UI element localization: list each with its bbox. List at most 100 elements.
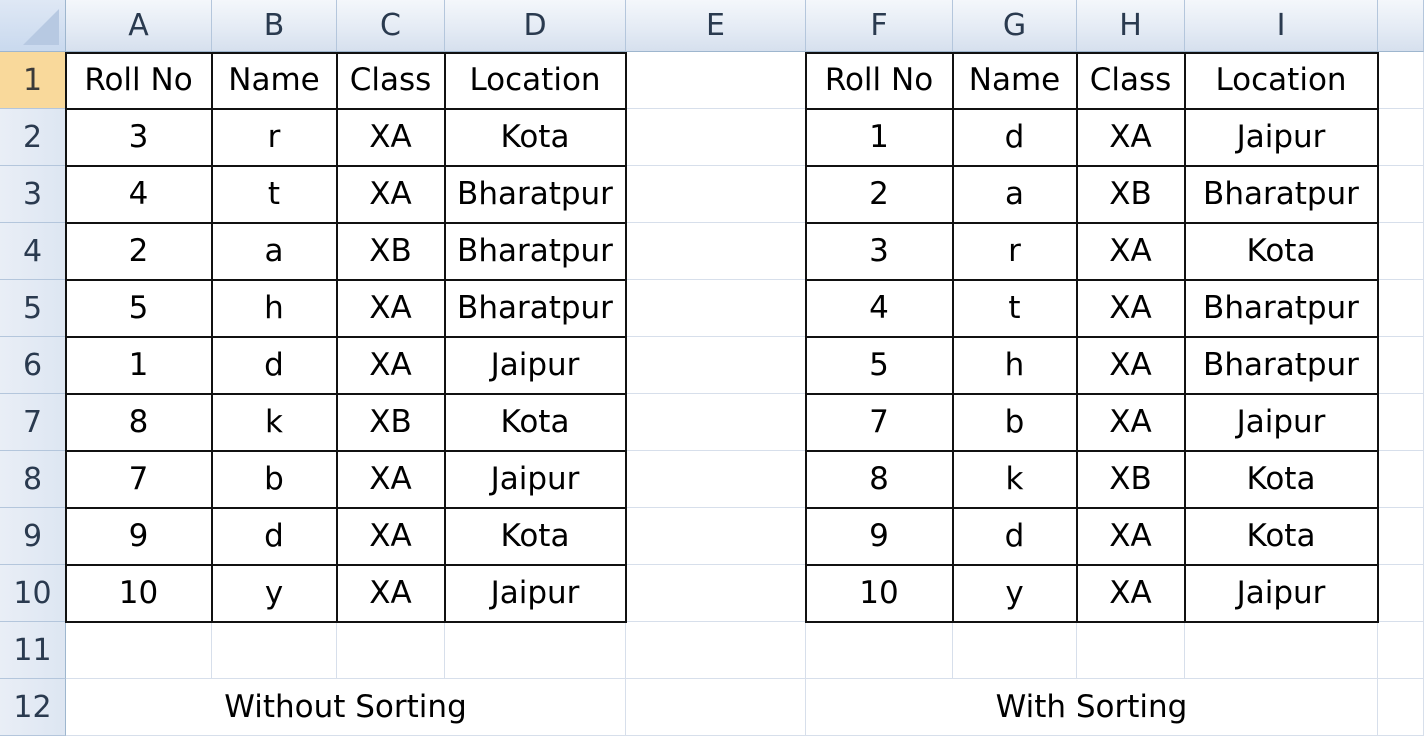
- data-cell[interactable]: Jaipur: [445, 337, 626, 394]
- data-cell[interactable]: Kota: [445, 394, 626, 451]
- data-cell[interactable]: t: [953, 280, 1077, 337]
- data-cell[interactable]: Bharatpur: [1185, 166, 1378, 223]
- cell[interactable]: [626, 622, 806, 679]
- data-cell[interactable]: 4: [806, 280, 953, 337]
- row-header-7[interactable]: 7: [0, 394, 66, 451]
- row-header-6[interactable]: 6: [0, 337, 66, 394]
- data-cell[interactable]: 10: [66, 565, 212, 622]
- data-cell[interactable]: d: [953, 508, 1077, 565]
- header-cell[interactable]: Name: [212, 52, 337, 109]
- data-cell[interactable]: r: [953, 223, 1077, 280]
- cell[interactable]: [1378, 622, 1424, 679]
- data-cell[interactable]: XB: [1077, 166, 1185, 223]
- data-cell[interactable]: 8: [66, 394, 212, 451]
- row-header-2[interactable]: 2: [0, 109, 66, 166]
- data-cell[interactable]: XA: [337, 280, 445, 337]
- data-cell[interactable]: r: [212, 109, 337, 166]
- cell[interactable]: [445, 622, 626, 679]
- data-cell[interactable]: b: [212, 451, 337, 508]
- header-cell[interactable]: Name: [953, 52, 1077, 109]
- column-header-f[interactable]: F: [806, 0, 953, 52]
- data-cell[interactable]: y: [212, 565, 337, 622]
- data-cell[interactable]: y: [953, 565, 1077, 622]
- data-cell[interactable]: a: [212, 223, 337, 280]
- data-cell[interactable]: 9: [66, 508, 212, 565]
- data-cell[interactable]: Bharatpur: [1185, 337, 1378, 394]
- cell[interactable]: [1378, 223, 1424, 280]
- header-cell[interactable]: Location: [445, 52, 626, 109]
- data-cell[interactable]: Bharatpur: [445, 166, 626, 223]
- data-cell[interactable]: 1: [806, 109, 953, 166]
- data-cell[interactable]: 3: [66, 109, 212, 166]
- data-cell[interactable]: XA: [337, 508, 445, 565]
- column-header-g[interactable]: G: [953, 0, 1077, 52]
- cell[interactable]: [626, 565, 806, 622]
- cell[interactable]: [626, 394, 806, 451]
- data-cell[interactable]: 7: [806, 394, 953, 451]
- data-cell[interactable]: t: [212, 166, 337, 223]
- column-header-e[interactable]: E: [626, 0, 806, 52]
- data-cell[interactable]: XB: [337, 394, 445, 451]
- cell[interactable]: [1378, 394, 1424, 451]
- cell[interactable]: [1378, 166, 1424, 223]
- row-header-12[interactable]: 12: [0, 679, 66, 736]
- row-header-1[interactable]: 1: [0, 52, 66, 109]
- cell[interactable]: [1185, 622, 1378, 679]
- cell[interactable]: [626, 337, 806, 394]
- data-cell[interactable]: XA: [337, 166, 445, 223]
- data-cell[interactable]: Jaipur: [1185, 109, 1378, 166]
- data-cell[interactable]: d: [212, 337, 337, 394]
- data-cell[interactable]: k: [212, 394, 337, 451]
- cell[interactable]: [1378, 337, 1424, 394]
- data-cell[interactable]: XA: [337, 565, 445, 622]
- column-header-d[interactable]: D: [445, 0, 626, 52]
- data-cell[interactable]: a: [953, 166, 1077, 223]
- data-cell[interactable]: Kota: [445, 508, 626, 565]
- data-cell[interactable]: XB: [1077, 451, 1185, 508]
- data-cell[interactable]: XA: [1077, 109, 1185, 166]
- row-header-4[interactable]: 4: [0, 223, 66, 280]
- row-header-9[interactable]: 9: [0, 508, 66, 565]
- data-cell[interactable]: 4: [66, 166, 212, 223]
- row-header-10[interactable]: 10: [0, 565, 66, 622]
- column-header-b[interactable]: B: [212, 0, 337, 52]
- cell[interactable]: [806, 622, 953, 679]
- data-cell[interactable]: XA: [1077, 394, 1185, 451]
- row-header-5[interactable]: 5: [0, 280, 66, 337]
- caption-with-sorting[interactable]: With Sorting: [806, 679, 1378, 736]
- header-cell[interactable]: Roll No: [806, 52, 953, 109]
- cell[interactable]: [1378, 451, 1424, 508]
- header-cell[interactable]: Class: [1077, 52, 1185, 109]
- cell[interactable]: [1077, 622, 1185, 679]
- column-header-c[interactable]: C: [337, 0, 445, 52]
- data-cell[interactable]: XB: [337, 223, 445, 280]
- data-cell[interactable]: Kota: [1185, 451, 1378, 508]
- data-cell[interactable]: XA: [1077, 337, 1185, 394]
- data-cell[interactable]: 2: [806, 166, 953, 223]
- data-cell[interactable]: Bharatpur: [445, 223, 626, 280]
- data-cell[interactable]: k: [953, 451, 1077, 508]
- data-cell[interactable]: Kota: [1185, 508, 1378, 565]
- data-cell[interactable]: XA: [337, 337, 445, 394]
- row-header-3[interactable]: 3: [0, 166, 66, 223]
- data-cell[interactable]: Jaipur: [445, 451, 626, 508]
- cell[interactable]: [212, 622, 337, 679]
- data-cell[interactable]: d: [212, 508, 337, 565]
- data-cell[interactable]: XA: [1077, 280, 1185, 337]
- cell[interactable]: [626, 451, 806, 508]
- cell[interactable]: [1378, 280, 1424, 337]
- data-cell[interactable]: 9: [806, 508, 953, 565]
- header-cell[interactable]: Roll No: [66, 52, 212, 109]
- column-header-a[interactable]: A: [66, 0, 212, 52]
- cell[interactable]: [626, 109, 806, 166]
- caption-without-sorting[interactable]: Without Sorting: [66, 679, 626, 736]
- data-cell[interactable]: 7: [66, 451, 212, 508]
- data-cell[interactable]: h: [953, 337, 1077, 394]
- column-header-j[interactable]: [1378, 0, 1424, 52]
- data-cell[interactable]: Kota: [445, 109, 626, 166]
- cell[interactable]: [953, 622, 1077, 679]
- data-cell[interactable]: Jaipur: [1185, 394, 1378, 451]
- cell[interactable]: [626, 280, 806, 337]
- data-cell[interactable]: 5: [806, 337, 953, 394]
- data-cell[interactable]: Jaipur: [1185, 565, 1378, 622]
